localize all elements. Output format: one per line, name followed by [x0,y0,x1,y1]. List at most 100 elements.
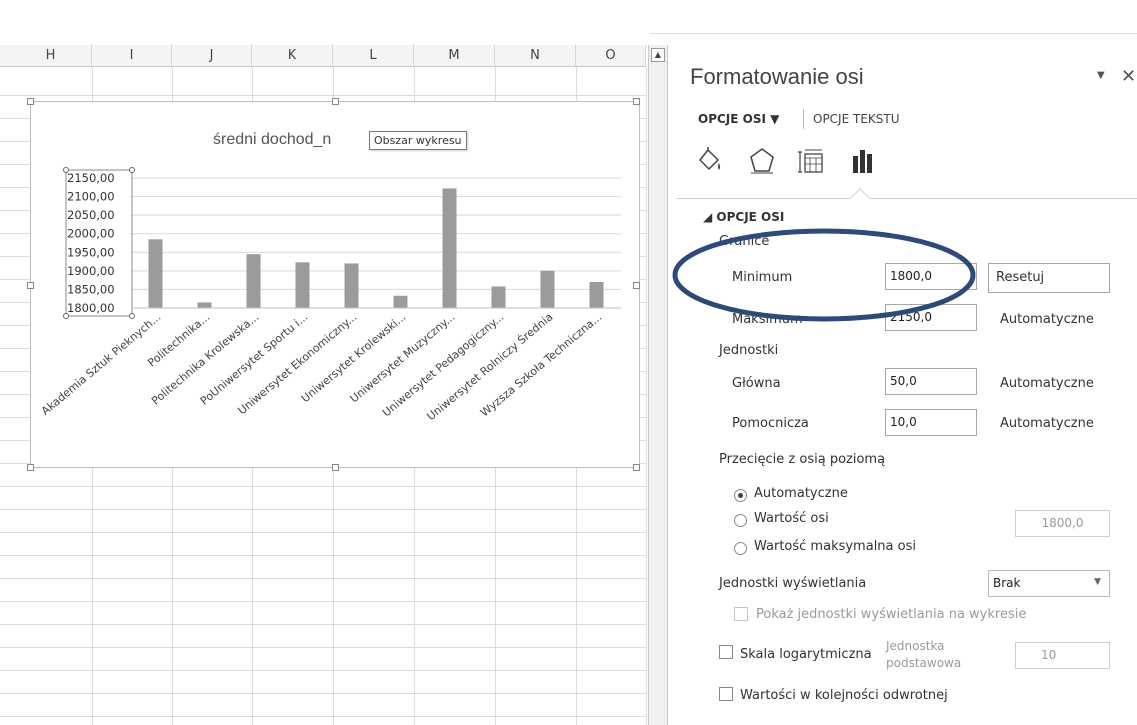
grid-row-line [0,578,646,579]
grid-row-line [0,532,646,533]
tab-text-options[interactable]: OPCJE TEKSTU [813,112,900,126]
chart-svg: średni dochod_n 1800,00 1850,00 1900,00 1950… [39,131,621,423]
bar [295,262,310,308]
axis-value-input[interactable]: 1800,0 [1015,510,1110,537]
fill-line-icon[interactable] [696,146,724,176]
reverse-order-checkbox[interactable] [719,687,733,701]
effects-pentagon-icon[interactable] [748,146,776,176]
log-base-label-1: Jednostka [886,639,945,653]
column-header-o[interactable]: O [576,45,646,67]
grid-row-line [0,716,646,717]
bar [246,254,261,308]
size-properties-icon[interactable] [796,146,826,176]
major-unit-auto-text: Automatyczne [1000,376,1094,391]
y-tick-label: 2150,00 [67,171,115,185]
y-tick-label: 2000,00 [67,227,115,241]
radio-crosses-automatic[interactable] [734,489,747,502]
major-unit-input[interactable]: 50,0 [885,368,977,395]
tab-separator [803,109,804,129]
maximum-auto-text: Automatyczne [1000,312,1094,327]
close-icon[interactable]: ✕ [1121,66,1136,87]
axis-options-bar-chart-icon[interactable] [848,146,878,176]
panel-title: Formatowanie osi [690,64,864,89]
reverse-order-label[interactable]: Wartości w kolejności odwrotnej [740,688,948,703]
chart-title: średni dochod_n [213,131,331,148]
column-header-k[interactable]: K [252,45,333,67]
y-tick-label: 1900,00 [67,264,115,278]
column-header-m[interactable]: M [414,45,495,67]
units-heading: Jednostki [719,343,779,358]
grid-row-line [0,486,646,487]
display-units-label: Jednostki wyświetlania [719,576,867,591]
radio-crosses-automatic-label[interactable]: Automatyczne [754,486,848,501]
display-units-value: Brak [993,576,1021,590]
bar [442,188,457,308]
grid-column-line [646,67,647,725]
axis-selection-handle [129,167,135,173]
grid-row-line [0,95,646,96]
log-base-label-2: podstawowa [886,656,962,670]
grid-row-line [0,624,646,625]
chart-resize-handle[interactable] [332,98,339,105]
log-base-input[interactable]: 10 [1015,642,1110,669]
radio-crosses-axis-value[interactable] [734,514,747,527]
radio-crosses-axis-value-label[interactable]: Wartość osi [754,511,829,526]
y-tick-label: 2100,00 [67,190,115,204]
y-tick-label: 2050,00 [67,208,115,222]
chart-resize-handle[interactable] [27,98,34,105]
format-axis-panel: Formatowanie osi ▼ ✕ OPCJE OSI ▼ OPCJE T… [676,34,1137,725]
bar [393,295,408,308]
axis-selection-handle [63,313,69,319]
active-category-pointer [850,188,870,208]
grid-row-line [0,509,646,510]
reset-button[interactable]: Resetuj [988,263,1110,293]
tab-axis-options[interactable]: OPCJE OSI ▼ [698,112,779,126]
vertical-scrollbar[interactable] [648,45,668,725]
grid-row-line [0,601,646,602]
grid-row-line [0,647,646,648]
column-header-l[interactable]: L [333,45,414,67]
chevron-down-icon: ▼ [1094,577,1101,587]
chart-resize-handle[interactable] [27,282,34,289]
minor-unit-input[interactable]: 10,0 [885,409,977,436]
bar [491,286,506,308]
column-header-n[interactable]: N [495,45,576,67]
bar [197,302,212,308]
chart-resize-handle[interactable] [27,464,34,471]
radio-crosses-max-label[interactable]: Wartość maksymalna osi [754,539,916,554]
bar [540,270,555,308]
bar [344,263,359,308]
y-tick-label: 1800,00 [67,301,115,315]
bar [589,282,604,308]
scroll-up-button[interactable]: ▲ [651,48,665,62]
grid-row-line [0,555,646,556]
y-tick-label: 1950,00 [67,245,115,259]
chart-tooltip: Obszar wykresu [369,131,467,150]
radio-crosses-max[interactable] [734,542,747,555]
axis-selection-handle [129,313,135,319]
minor-unit-label: Pomocnicza [732,416,809,431]
section-axis-options[interactable]: ◢ OPCJE OSI [703,210,784,224]
grid-row-line [0,670,646,671]
display-units-select[interactable]: Brak ▼ [988,570,1110,597]
chart-resize-handle[interactable] [633,464,640,471]
column-header-i[interactable]: I [92,45,172,67]
minor-unit-auto-text: Automatyczne [1000,416,1094,431]
log-scale-label[interactable]: Skala logarytmiczna [740,647,872,662]
show-units-label: Pokaż jednostki wyświetlania na wykresie [756,607,1027,622]
panel-menu-icon[interactable]: ▼ [1097,70,1105,81]
chart-resize-handle[interactable] [633,282,640,289]
icon-row-divider [676,198,1137,199]
axis-selection-handle [63,167,69,173]
chart-resize-handle[interactable] [332,464,339,471]
column-header-j[interactable]: J [172,45,252,67]
log-scale-checkbox[interactable] [719,645,733,659]
column-header-h[interactable]: H [10,45,92,67]
highlight-ellipse [672,228,976,322]
chart-area[interactable]: średni dochod_n 1800,00 1850,00 1900,00 1950… [27,98,640,471]
chart-resize-handle[interactable] [633,98,640,105]
grid-row-line [0,693,646,694]
show-units-checkbox[interactable] [734,607,748,621]
bar [148,239,163,308]
axis-crosses-heading: Przecięcie z osią poziomą [719,452,886,467]
